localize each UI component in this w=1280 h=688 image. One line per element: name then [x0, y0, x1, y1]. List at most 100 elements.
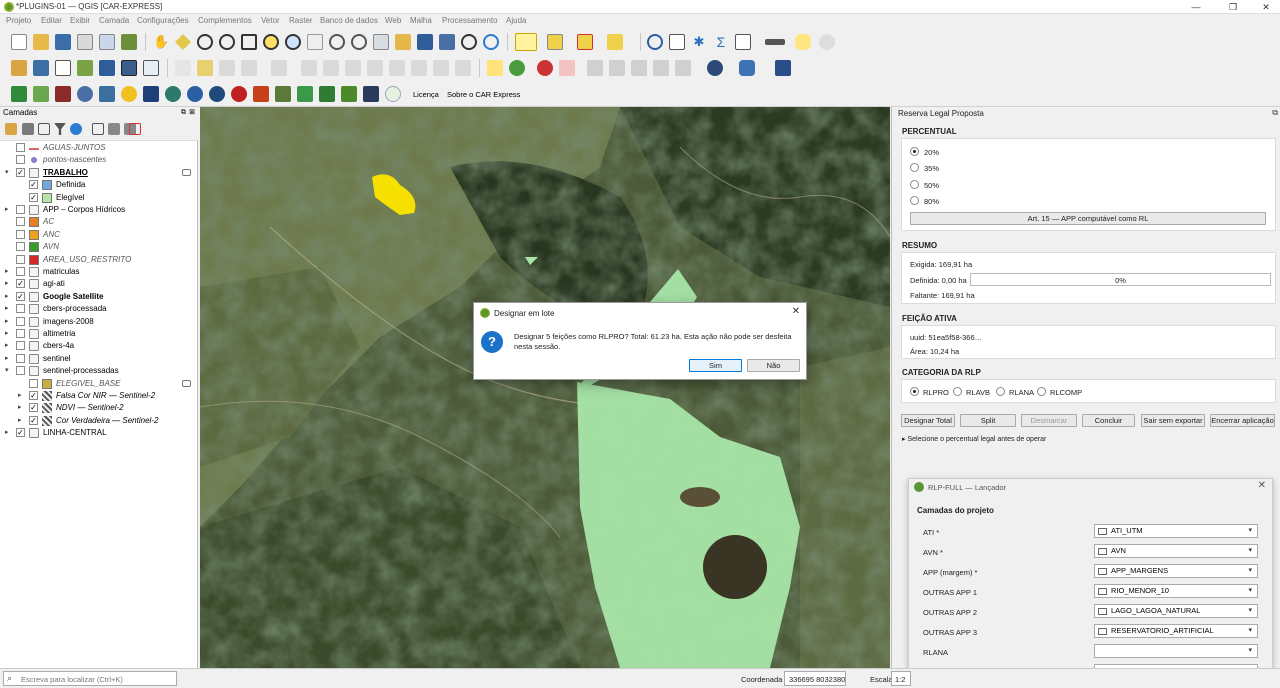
layer-item[interactable]: ▸ sentinel: [0, 353, 196, 365]
art-15-button[interactable]: Art. 15 — APP computável como RL: [910, 212, 1266, 225]
layer-item[interactable]: AC: [0, 216, 196, 228]
nao-button[interactable]: Não: [747, 359, 800, 372]
layer-checkbox[interactable]: ✓: [29, 180, 38, 190]
layer-item[interactable]: AVN: [0, 241, 196, 253]
car-tool-10-icon[interactable]: [231, 86, 247, 102]
close-panel-icon[interactable]: ⊠: [189, 107, 195, 119]
car-tool-6-icon[interactable]: [143, 86, 159, 102]
clock-icon[interactable]: [461, 34, 477, 50]
layer-item[interactable]: ▸ imagens-2008: [0, 316, 196, 328]
layer-item[interactable]: ELEGIVEL_BASE: [0, 378, 196, 390]
car-tool-3-icon[interactable]: [77, 86, 93, 102]
menu-raster[interactable]: Raster: [289, 16, 313, 25]
toggle-editing-icon[interactable]: [175, 60, 191, 76]
designar-total-button[interactable]: Designar Total: [901, 414, 955, 427]
menu-malha[interactable]: Malha: [410, 16, 432, 25]
deselect-icon[interactable]: [577, 34, 593, 50]
zoom-in-icon[interactable]: [197, 34, 213, 50]
radio-35[interactable]: [910, 163, 919, 172]
layer-item[interactable]: AREA_USO_RESTRITO: [0, 254, 196, 266]
layer-item[interactable]: ▸ cbers-4a: [0, 340, 196, 352]
layer-combo[interactable]: ATI_UTM ▾: [1094, 524, 1258, 538]
menu-complementos[interactable]: Complementos: [198, 16, 252, 25]
help-icon[interactable]: [775, 60, 791, 76]
layer-item[interactable]: ▸ altimetria: [0, 328, 196, 340]
layer-checkbox[interactable]: [29, 378, 38, 388]
car-tool-9-icon[interactable]: [209, 86, 225, 102]
pan-to-selection-icon[interactable]: [175, 34, 191, 50]
move-feature-icon[interactable]: [323, 60, 339, 76]
diagram-props-icon[interactable]: [675, 60, 691, 76]
expand-arrow-icon[interactable]: ▸: [5, 317, 9, 325]
select-features-icon[interactable]: [515, 33, 537, 51]
zoom-full-icon[interactable]: [241, 34, 257, 50]
float-panel-icon[interactable]: ⧉: [181, 107, 186, 119]
layer-item[interactable]: ▸ ✓ NDVI — Sentinel-2: [0, 402, 196, 414]
show-bookmarks-icon[interactable]: [417, 34, 433, 50]
layer-checkbox[interactable]: [16, 155, 25, 165]
car-tool-8-icon[interactable]: [187, 86, 203, 102]
layer-combo[interactable]: APP_MARGENS ▾: [1094, 564, 1258, 578]
menu-vetor[interactable]: Vetor: [261, 16, 280, 25]
car-tool-13-icon[interactable]: [297, 86, 313, 102]
layer-item[interactable]: ▸ ✓ agi-ati: [0, 278, 196, 290]
vertex-tool-icon[interactable]: [271, 60, 287, 76]
close-window-button[interactable]: ✕: [1252, 0, 1280, 14]
label-rotate-icon[interactable]: [587, 60, 603, 76]
add-wms-icon[interactable]: [121, 60, 137, 76]
label-props-icon[interactable]: [653, 60, 669, 76]
expand-arrow-icon[interactable]: ▸: [5, 354, 9, 362]
layer-checkbox[interactable]: [16, 304, 25, 314]
select-by-value-icon[interactable]: [547, 34, 563, 50]
layer-item[interactable]: pontos-nascentes: [0, 154, 196, 166]
save-edits-icon[interactable]: [219, 60, 235, 76]
layer-checkbox[interactable]: ✓: [29, 391, 38, 400]
new-project-icon[interactable]: [11, 34, 27, 50]
menu-processamento[interactable]: Processamento: [442, 16, 498, 25]
layer-checkbox[interactable]: [16, 353, 25, 363]
add-wfs-icon[interactable]: [143, 60, 159, 76]
desmarcar-button[interactable]: Desmarcar: [1021, 414, 1077, 427]
sobre-link[interactable]: Sobre o CAR Express: [447, 90, 520, 99]
layer-combo[interactable]: ▾: [1094, 644, 1258, 658]
layer-combo[interactable]: RIO_MENOR_10 ▾: [1094, 584, 1258, 598]
show-hide-labels-icon[interactable]: [537, 60, 553, 76]
car-tool-14-icon[interactable]: [319, 86, 335, 102]
layer-checkbox[interactable]: [16, 341, 25, 351]
radio-80[interactable]: [910, 196, 919, 205]
add-group-icon[interactable]: [22, 123, 34, 135]
layer-checkbox[interactable]: ✓: [16, 428, 25, 438]
style-layer-icon[interactable]: [5, 123, 17, 135]
edit-pencil-icon[interactable]: [197, 60, 213, 76]
menu-editar[interactable]: Editar: [41, 16, 62, 25]
manage-themes-icon[interactable]: [38, 123, 50, 135]
layer-checkbox[interactable]: ✓: [16, 291, 25, 301]
close-icon[interactable]: ✕: [792, 306, 800, 317]
layer-item[interactable]: ▾ sentinel-processadas: [0, 365, 196, 377]
expand-arrow-icon[interactable]: ▸: [5, 267, 9, 275]
add-mesh-icon[interactable]: [99, 60, 115, 76]
radio-rlcomp[interactable]: [1037, 387, 1046, 396]
measure-icon[interactable]: [765, 39, 785, 45]
layer-item[interactable]: ▸ ✓ LINHA-CENTRAL: [0, 427, 196, 439]
layer-combo[interactable]: AVN ▾: [1094, 544, 1258, 558]
paste-features-icon[interactable]: [411, 60, 427, 76]
car-tool-11-icon[interactable]: [253, 86, 269, 102]
minimize-button[interactable]: —: [1182, 0, 1210, 14]
coordinate-field[interactable]: 336695 8032380: [784, 671, 846, 686]
layer-checkbox[interactable]: ✓: [16, 167, 25, 177]
filter-icon[interactable]: [54, 123, 66, 135]
sim-button[interactable]: Sim: [689, 359, 742, 372]
modify-attributes-icon[interactable]: [301, 60, 317, 76]
delete-selected-icon[interactable]: [345, 60, 361, 76]
annotation-icon[interactable]: [819, 34, 835, 50]
print-layout-icon[interactable]: [99, 34, 115, 50]
expand-arrow-icon[interactable]: ▸: [18, 391, 22, 399]
layer-checkbox[interactable]: ✓: [16, 279, 25, 289]
close-icon[interactable]: ✕: [1258, 480, 1266, 491]
menu-projeto[interactable]: Projeto: [6, 16, 31, 25]
undo-icon[interactable]: [433, 60, 449, 76]
expand-arrow-icon[interactable]: ▸: [5, 205, 9, 213]
layer-checkbox[interactable]: ✓: [29, 192, 38, 202]
menu-configuracoes[interactable]: Configurações: [137, 16, 189, 25]
